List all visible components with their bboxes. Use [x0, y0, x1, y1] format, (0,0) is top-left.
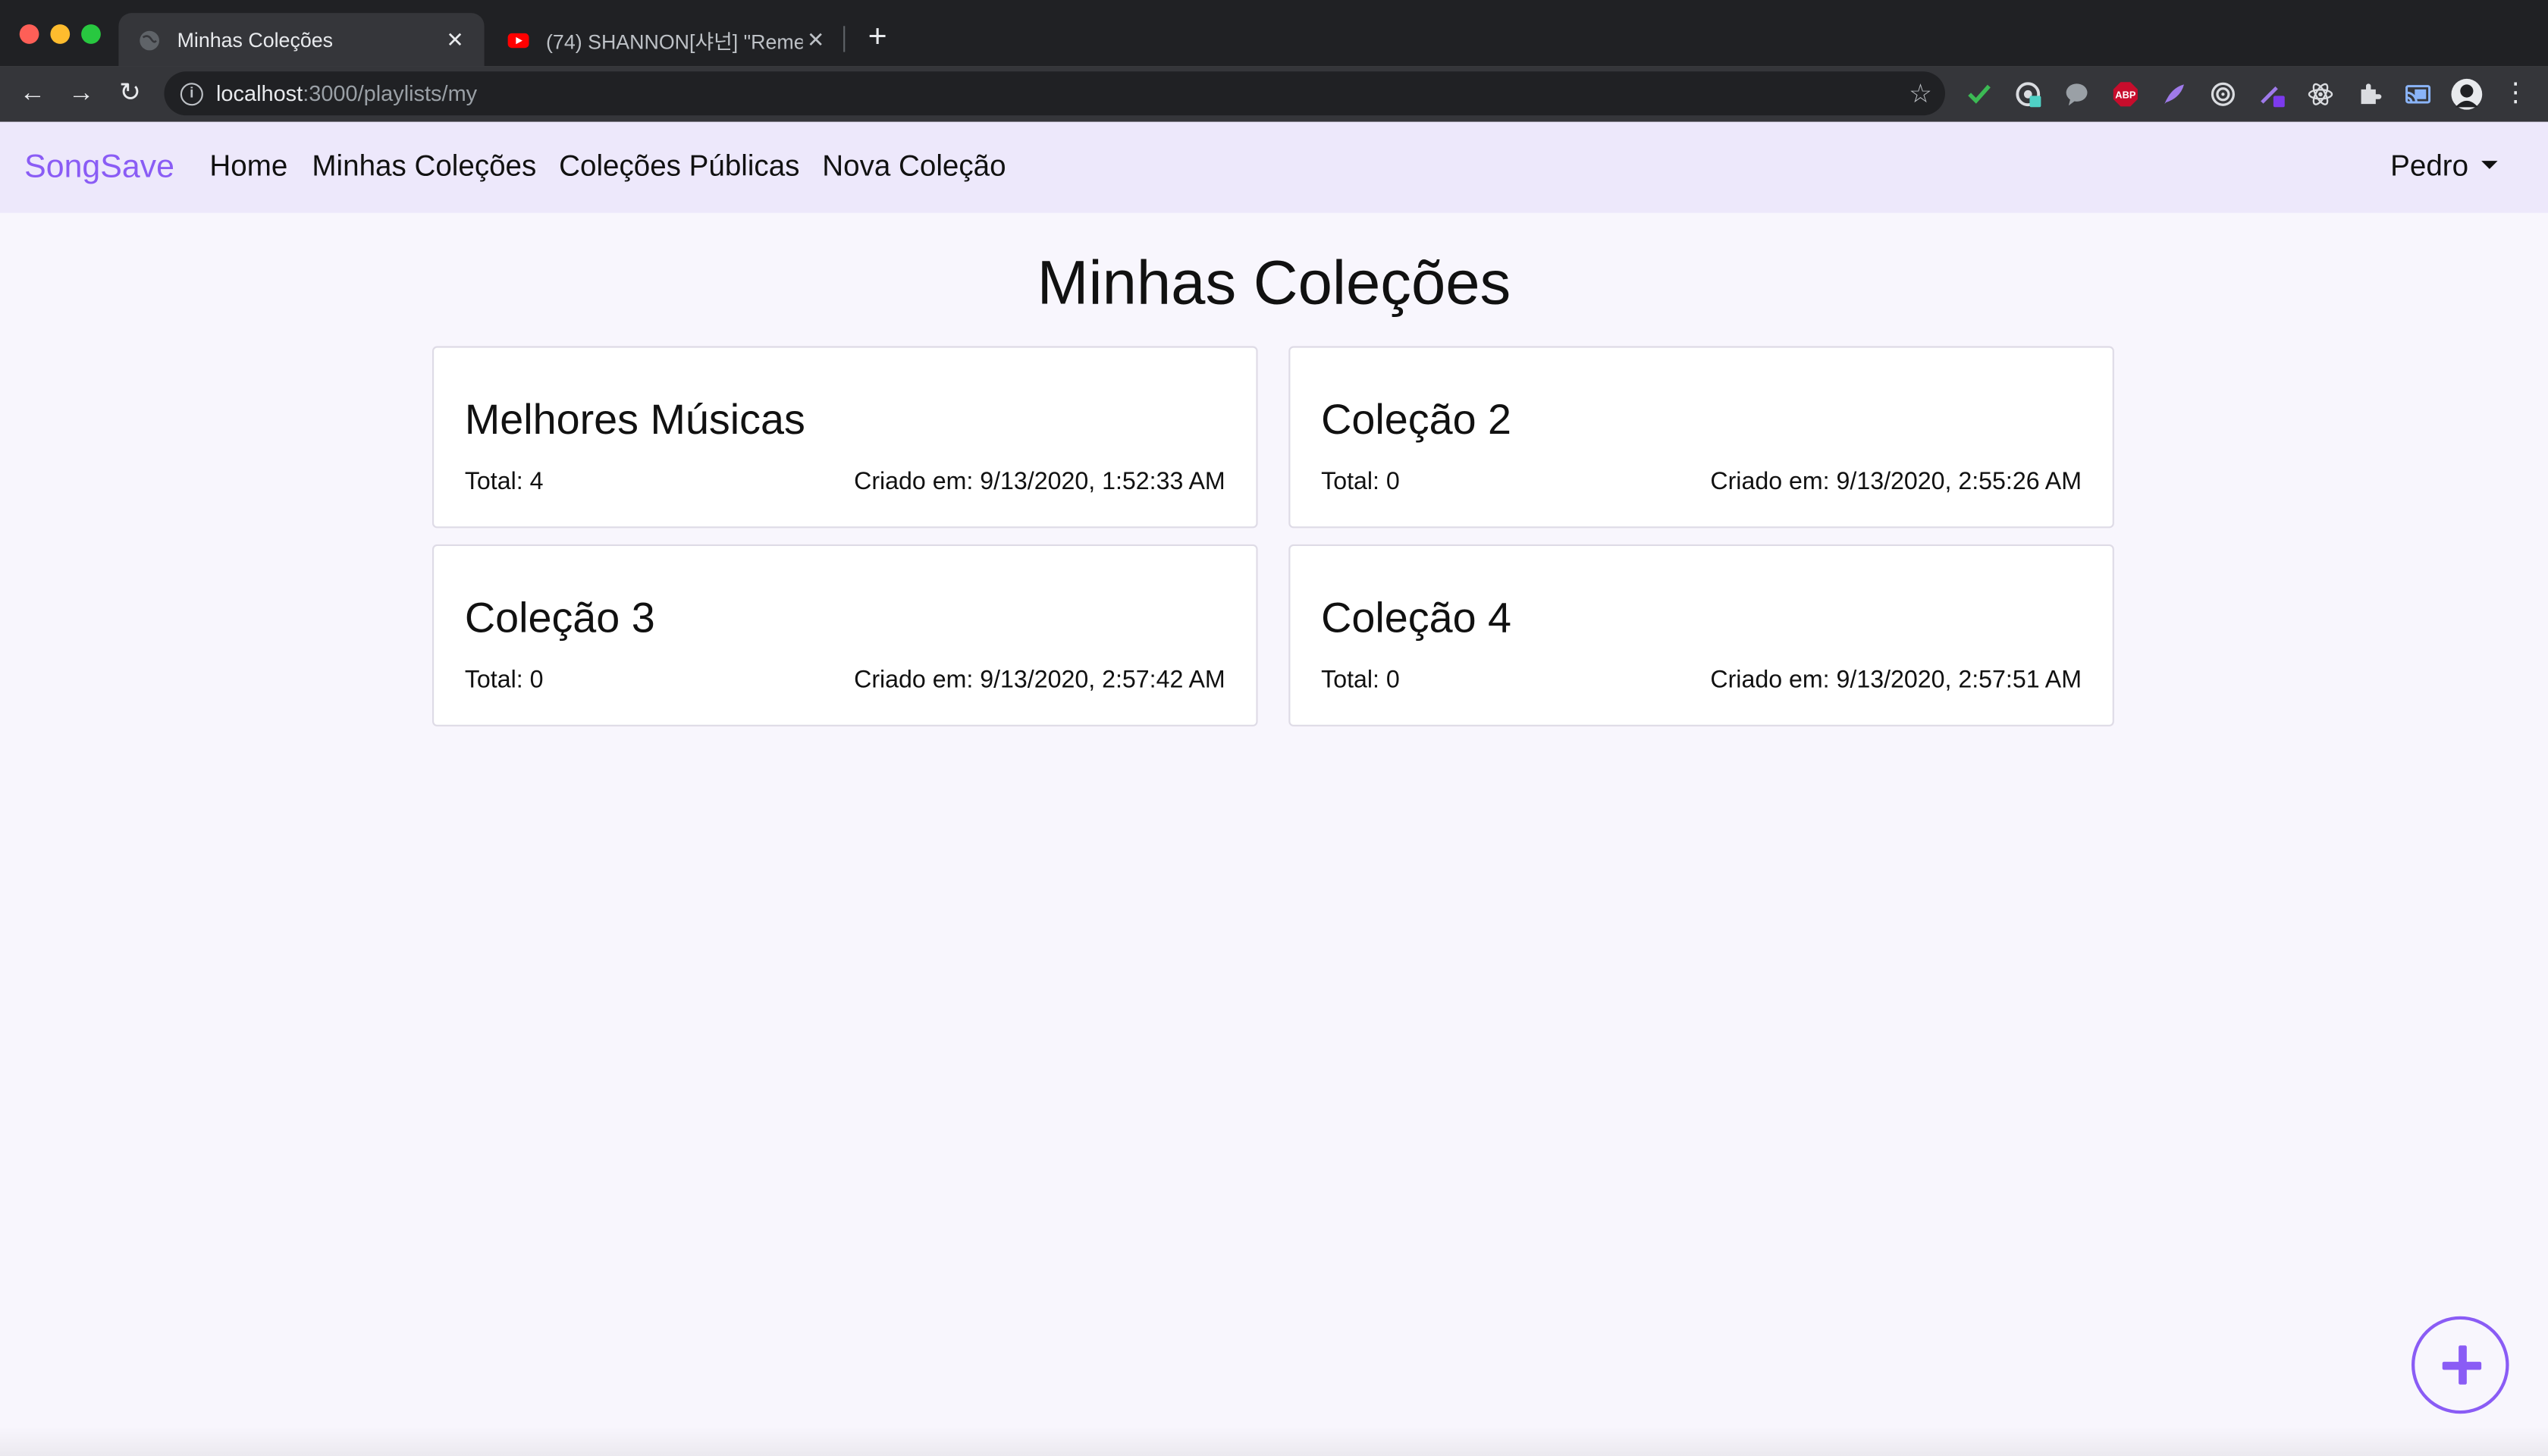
eye-extension-icon[interactable]: [2015, 81, 2041, 108]
chat-bubble-extension-icon[interactable]: [2063, 81, 2089, 107]
back-icon[interactable]: ←: [14, 77, 50, 112]
forward-icon[interactable]: →: [64, 77, 99, 112]
profile-avatar-icon[interactable]: [2450, 78, 2483, 111]
close-tab-icon[interactable]: ✕: [442, 27, 468, 52]
browser-menu-icon[interactable]: ⋮: [2498, 77, 2534, 112]
collection-name: Coleção 3: [464, 593, 655, 642]
collection-created-date: Criado em: 9/13/2020, 1:52:33 AM: [854, 468, 1225, 496]
collection-created-date: Criado em: 9/13/2020, 2:55:26 AM: [1710, 468, 2082, 496]
tab-minhas-colecoes[interactable]: Minhas Coleções ✕: [118, 13, 485, 67]
collection-name: Coleção 4: [1321, 593, 1512, 642]
youtube-icon: [507, 32, 529, 48]
close-tab-icon[interactable]: ✕: [803, 27, 829, 52]
collection-card[interactable]: Coleção 3 Total: 0 Criado em: 9/13/2020,…: [432, 544, 1258, 726]
tab-divider: [843, 26, 846, 52]
new-tab-button[interactable]: +: [863, 20, 893, 55]
bottom-edge: [0, 1426, 2548, 1456]
maximize-window-button[interactable]: [81, 24, 101, 44]
browser-tab-strip: Minhas Coleções ✕ (74) SHANNON[샤넌] "Reme…: [0, 0, 2548, 67]
page-title: Minhas Coleções: [1037, 250, 1511, 318]
pen-extension-icon[interactable]: [2259, 81, 2285, 108]
url-host: localhost: [216, 81, 303, 106]
collection-card[interactable]: Melhores Músicas Total: 4 Criado em: 9/1…: [432, 346, 1258, 529]
checkmark-extension-icon[interactable]: [1966, 81, 1992, 107]
add-collection-button[interactable]: [2412, 1316, 2509, 1414]
nav-nova-colecao[interactable]: Nova Coleção: [822, 149, 1006, 184]
address-bar[interactable]: i localhost:3000/playlists/my ☆: [164, 71, 1946, 116]
collection-total: Total: 0: [1321, 468, 1400, 496]
minimize-window-button[interactable]: [50, 24, 71, 44]
collection-created-date: Criado em: 9/13/2020, 2:57:51 AM: [1710, 666, 2082, 694]
svg-text:ABP: ABP: [2115, 89, 2136, 101]
close-window-button[interactable]: [19, 24, 39, 44]
tab-title: (74) SHANNON[샤넌] "Rememb: [546, 30, 803, 54]
puzzle-extensions-icon[interactable]: [2356, 81, 2382, 107]
brand-logo[interactable]: SongSave: [24, 149, 174, 187]
chevron-down-icon[interactable]: [2481, 161, 2498, 169]
collection-card[interactable]: Coleção 4 Total: 0 Criado em: 9/13/2020,…: [1288, 544, 2114, 726]
collection-total: Total: 0: [464, 666, 544, 694]
tab-title: Minhas Coleções: [177, 28, 334, 52]
url-path: :3000/playlists/my: [303, 81, 478, 106]
reload-icon[interactable]: ↻: [112, 77, 148, 112]
collection-name: Melhores Músicas: [464, 394, 805, 444]
nav-home[interactable]: Home: [209, 149, 287, 184]
target-extension-icon[interactable]: [2210, 81, 2236, 107]
nav-colecoes-publicas[interactable]: Coleções Públicas: [559, 149, 799, 184]
collection-card[interactable]: Coleção 2 Total: 0 Criado em: 9/13/2020,…: [1288, 346, 2114, 529]
nav-minhas-colecoes[interactable]: Minhas Coleções: [312, 149, 536, 184]
bookmark-star-icon[interactable]: ☆: [1909, 78, 1932, 111]
app-navbar: SongSave Home Minhas Coleções Coleções P…: [0, 121, 2548, 213]
user-menu-toggle[interactable]: Pedro: [2390, 149, 2468, 184]
feather-extension-icon[interactable]: [2161, 81, 2187, 107]
adblock-plus-icon[interactable]: ABP: [2113, 81, 2138, 107]
site-info-icon[interactable]: i: [180, 82, 203, 105]
globe-icon: [140, 30, 159, 50]
tab-youtube[interactable]: (74) SHANNON[샤넌] "Rememb ✕: [488, 13, 845, 67]
collection-total: Total: 0: [1321, 666, 1400, 694]
react-devtools-icon[interactable]: [2308, 81, 2333, 107]
cast-icon[interactable]: [2405, 81, 2431, 107]
collection-name: Coleção 2: [1321, 394, 1512, 444]
browser-toolbar: ← → ↻ i localhost:3000/playlists/my ☆ AB…: [0, 66, 2548, 122]
collection-created-date: Criado em: 9/13/2020, 2:57:42 AM: [854, 666, 1225, 694]
collection-total: Total: 4: [464, 468, 544, 496]
